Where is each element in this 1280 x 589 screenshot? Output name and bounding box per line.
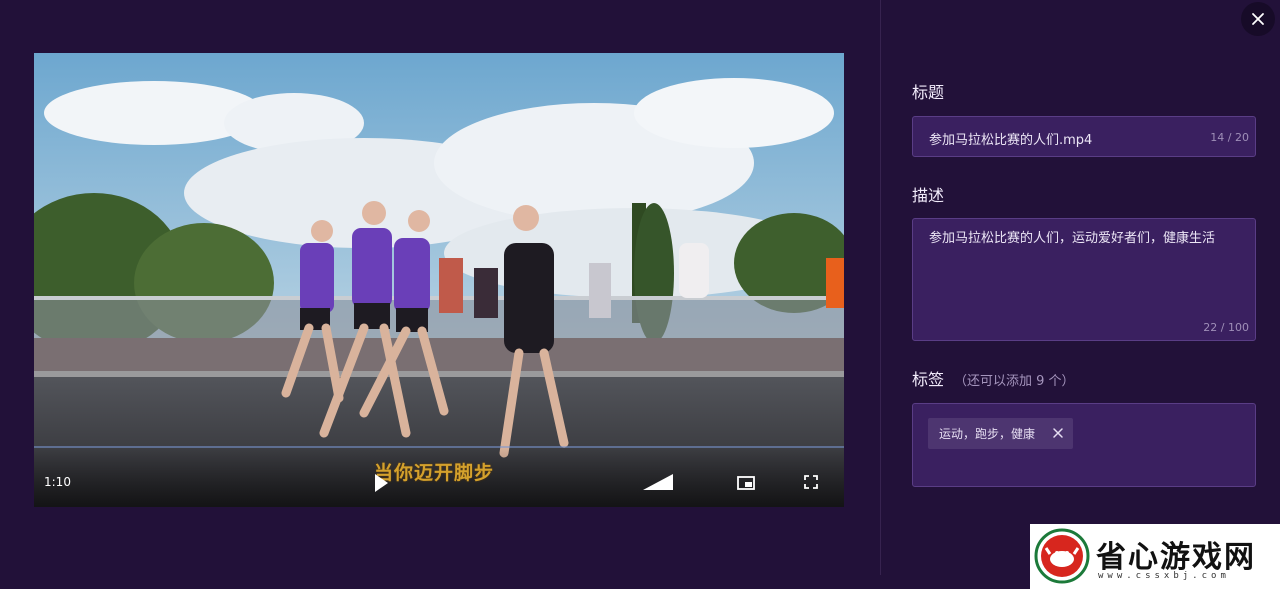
picture-in-picture-button[interactable] (736, 474, 756, 492)
close-icon (1252, 13, 1264, 25)
crab-logo-icon (1034, 528, 1090, 584)
close-button[interactable] (1241, 2, 1275, 36)
video-player[interactable]: 当你迈开脚步 1:10 (34, 53, 844, 507)
title-char-counter: 14 / 20 (1210, 131, 1249, 144)
tags-label: 标签 (912, 370, 945, 389)
title-label: 标题 (912, 83, 945, 102)
current-time: 1:10 (44, 475, 71, 489)
volume-icon (643, 474, 673, 490)
tags-label-row: 标签 （还可以添加 9 个） (912, 366, 1075, 390)
description-char-counter: 22 / 100 (1203, 321, 1249, 334)
panel-divider (880, 0, 881, 575)
description-textarea-value[interactable]: 参加马拉松比赛的人们，运动爱好者们，健康生活 (929, 228, 1231, 249)
video-frame (34, 53, 844, 507)
progress-bar[interactable] (34, 446, 844, 448)
tag-chip: 运动，跑步，健康 (928, 418, 1074, 449)
video-subtitle: 当你迈开脚步 (374, 462, 495, 484)
description-field[interactable]: 参加马拉松比赛的人们，运动爱好者们，健康生活 22 / 100 (912, 218, 1256, 341)
description-label: 描述 (912, 186, 945, 205)
site-watermark: 省心游戏网 www.cssxbj.com (1030, 524, 1280, 589)
volume-button[interactable] (641, 472, 675, 492)
video-edit-modal: 当你迈开脚步 1:10 标题 参加马拉松比赛的人们.mp4 14 / 20 描述… (0, 0, 1280, 589)
tags-field[interactable]: 运动，跑步，健康 (912, 403, 1256, 487)
play-button[interactable] (372, 472, 390, 494)
fullscreen-button[interactable] (803, 474, 819, 490)
fullscreen-icon (804, 475, 818, 489)
tag-chip-label: 运动，跑步，健康 (939, 427, 1036, 441)
title-input-value[interactable]: 参加马拉松比赛的人们.mp4 (929, 129, 1092, 148)
close-icon (1053, 428, 1063, 438)
play-icon (375, 474, 388, 492)
watermark-name: 省心游戏网 (1096, 540, 1256, 575)
tag-remove-button[interactable] (1052, 427, 1064, 439)
title-field[interactable]: 参加马拉松比赛的人们.mp4 14 / 20 (912, 116, 1256, 157)
picture-in-picture-icon (737, 476, 755, 490)
tags-hint: （还可以添加 9 个） (954, 374, 1075, 389)
watermark-url: www.cssxbj.com (1098, 571, 1230, 581)
